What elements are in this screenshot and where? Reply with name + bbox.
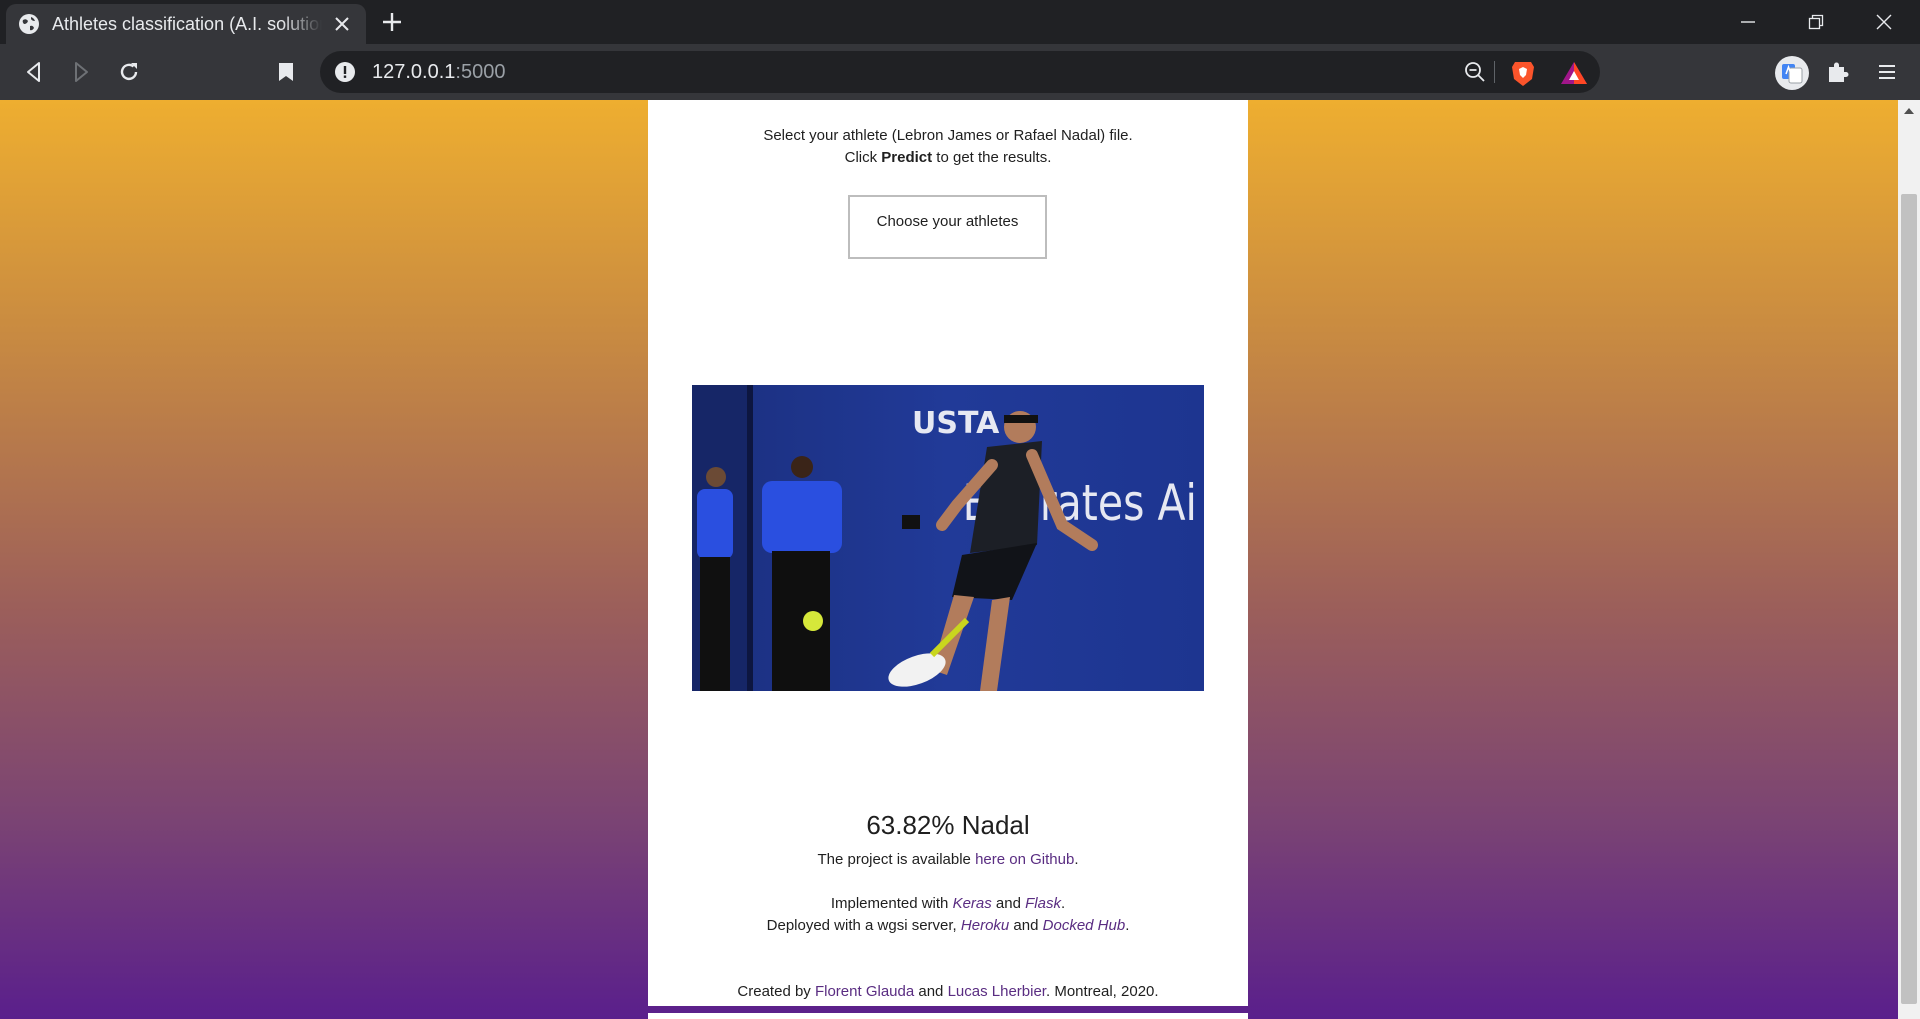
url-host: 127.0.0.1 [372,61,456,83]
scroll-up-button[interactable] [1898,100,1920,122]
deployed-and: and [1009,917,1043,934]
close-icon [1876,14,1892,30]
instructions-line-2: Click Predict to get the results. [648,147,1248,169]
tab-strip: Athletes classification (A.I. solution) [0,0,1920,44]
chevron-up-icon [1904,108,1914,114]
flask-link[interactable]: Flask [1025,895,1061,912]
translate-icon [1775,56,1809,90]
reload-button[interactable] [115,58,143,86]
translate-button[interactable] [1775,56,1809,90]
prediction-result: 63.82% Nadal [866,810,1030,840]
tennis-ball [803,611,823,631]
heroku-link[interactable]: Heroku [961,917,1009,934]
forward-icon [75,62,88,82]
tab-title: Athletes classification (A.I. solution) [52,13,322,34]
url-text[interactable]: 127.0.0.1:5000 [372,51,505,93]
back-icon [27,62,40,82]
back-button[interactable] [20,58,48,86]
info-icon[interactable] [334,61,356,83]
implemented-suffix: . [1060,895,1066,912]
athlete-photo: USTA Emirates Ai [692,385,1204,691]
browser-toolbar: 127.0.0.1:5000 [0,44,1920,100]
menu-icon [1879,65,1895,79]
author-lucas-link[interactable]: Lucas Lherbier [948,983,1046,1000]
predict-keyword: Predict [881,149,933,166]
github-link[interactable]: here on Github [975,851,1074,868]
url-port: :5000 [455,61,506,83]
instructions-rest-text: to get the results. [932,149,1052,166]
bookmark-button[interactable] [272,58,300,86]
close-icon [335,17,349,31]
vertical-scrollbar[interactable] [1898,100,1920,1019]
instructions-line-1: Select your athlete (Lebron James or Raf… [763,127,1133,144]
restore-icon [1808,14,1824,30]
address-bar[interactable]: 127.0.0.1:5000 [320,51,1600,93]
docker-hub-link[interactable]: Docked Hub [1043,917,1126,934]
github-prefix: The project is available [817,851,976,868]
reload-icon [120,63,138,81]
minimize-icon [1741,21,1755,23]
address-bar-divider [1494,61,1495,83]
card-bottom-strip [648,1013,1248,1019]
instructions: Select your athlete (Lebron James or Raf… [648,125,1248,169]
created-prefix: Created by [737,983,815,1000]
photo-banner-usta: USTA [912,406,1000,441]
content-card: Select your athlete (Lebron James or Raf… [648,100,1248,1006]
created-by-line: Created by Florent Glauda and Lucas Lher… [648,981,1248,1003]
created-and: and [914,983,948,1000]
globe-icon [19,14,39,34]
bookmark-icon [279,63,293,81]
extensions-button[interactable] [1824,58,1852,86]
implemented-line: Implemented with Keras and Flask. [648,893,1248,915]
github-line: The project is available here on Github. [648,849,1248,871]
close-window-button[interactable] [1850,0,1918,44]
implemented-and: and [991,895,1026,912]
new-tab-button[interactable] [378,8,406,36]
scroll-thumb[interactable] [1901,194,1917,1004]
brave-rewards-icon[interactable] [1560,60,1588,86]
created-suffix: . Montreal, 2020. [1045,983,1159,1000]
forward-button[interactable] [67,58,95,86]
browser-tab[interactable]: Athletes classification (A.I. solution) [6,4,366,44]
deployed-prefix: Deployed with a wgsi server, [766,917,961,934]
brave-shield-icon[interactable] [1510,59,1536,87]
ball-person-left [697,467,733,691]
menu-button[interactable] [1873,58,1901,86]
deployed-suffix: . [1125,917,1130,934]
keras-link[interactable]: Keras [953,895,992,912]
implemented-prefix: Implemented with [830,895,953,912]
close-tab-button[interactable] [330,12,354,36]
minimize-button[interactable] [1714,0,1782,44]
page-viewport: Select your athlete (Lebron James or Raf… [0,100,1898,1019]
plus-icon [383,13,401,31]
deployed-line: Deployed with a wgsi server, Heroku and … [648,915,1248,937]
author-florent-link[interactable]: Florent Glauda [815,983,914,1000]
ball-person-right [762,456,842,691]
choose-athletes-button[interactable]: Choose your athletes [848,195,1047,259]
zoom-out-icon[interactable] [1464,61,1486,83]
extensions-icon [1829,62,1849,82]
restore-button[interactable] [1782,0,1850,44]
github-suffix: . [1074,851,1079,868]
instructions-click-text: Click [844,149,882,166]
